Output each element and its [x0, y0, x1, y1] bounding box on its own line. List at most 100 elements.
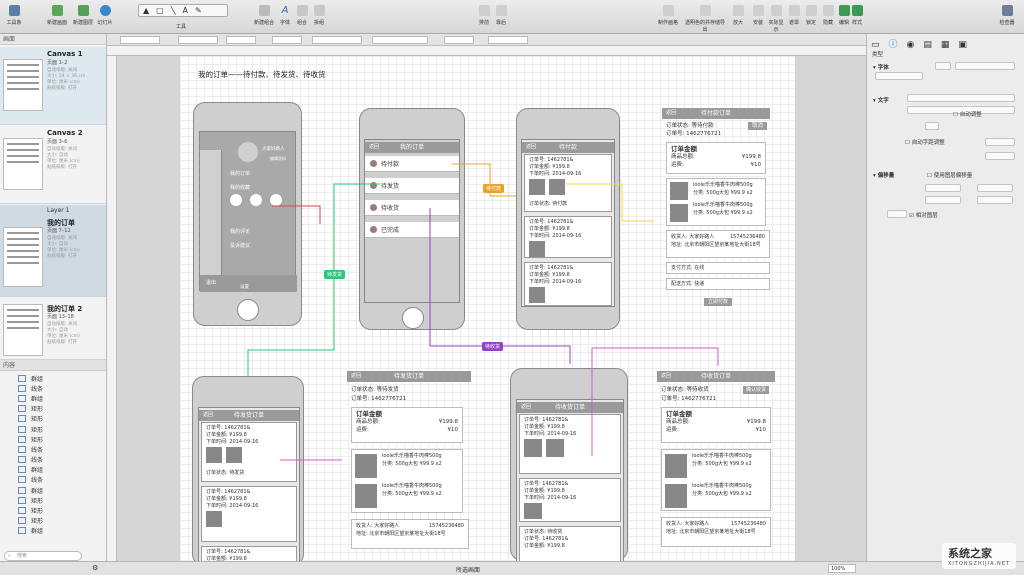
lock-button[interactable]: 锁定 [803, 5, 819, 26]
shipping-method[interactable]: 配送方式: 快递 [666, 278, 770, 290]
install-button[interactable]: 安装 [750, 5, 766, 26]
new-canvas-button[interactable]: 新建画面 [44, 5, 70, 26]
layer-row[interactable]: 群组 [0, 373, 106, 383]
order-card[interactable]: 订单号: 1462781& 订单金额: ¥199.8 下单时间: 2014-09-… [524, 216, 612, 258]
auto-adjust-checkbox[interactable]: ☐ 自动调整 [953, 110, 982, 118]
confirm-receipt-button[interactable]: 确认收货 [743, 386, 770, 394]
send-back-button[interactable]: 靠后 [493, 5, 509, 26]
canvas-item-3[interactable]: Layer 1 我的订单 页面 7–12 自动排版: 关闭 大小: 自动 单位: 厘… [0, 205, 106, 297]
zoom-in-button[interactable]: 放大 [730, 5, 746, 26]
phone-profile[interactable]: 大家好路人 编辑资料 我的订单 我的收藏 我的评论 投诉建议 退出 设置 [193, 102, 302, 326]
mask-button[interactable]: 遮罩 [786, 5, 802, 26]
layer-row[interactable]: 线条 [0, 475, 106, 485]
tab-info-icon[interactable]: ⓘ [889, 40, 907, 50]
relative-layer-checkbox[interactable]: ☑ 相对图层 [909, 211, 938, 219]
row-completed[interactable]: 已完成 [365, 222, 459, 238]
order-card[interactable]: 订单号: 1462781& 订单金额: ¥199.8 下单时间: 2014-09-… [519, 478, 621, 522]
font-family-select[interactable] [875, 72, 923, 80]
rotation-field[interactable] [887, 210, 907, 218]
menu-my-orders[interactable]: 我的订单 [230, 170, 250, 177]
order-card[interactable]: 订单号: 1462781& 订单金额: ¥199.8 下单时间: 2014-09-… [524, 154, 612, 212]
canvas-item-1[interactable]: Canvas 1 页面 1–2 自动排版: 关闭 大小: 24 × 36 cm 单位… [0, 47, 106, 125]
layer-row[interactable]: 矩形 [0, 434, 106, 444]
layer-row[interactable]: 群组 [0, 465, 106, 475]
offset-h-field[interactable] [977, 196, 1013, 204]
layer-row[interactable]: 线条 [0, 455, 106, 465]
cancel-order-button[interactable]: 取消 [748, 122, 768, 130]
payment-method[interactable]: 支付方式: 在线 [666, 262, 770, 274]
order-card[interactable]: 订单号: 1462781& 订单金额: ¥199.8 下单时间: 2014-09-… [201, 486, 297, 542]
row-pending-ship[interactable]: 待发货 [365, 178, 459, 194]
font-button[interactable]: A 字体 [277, 5, 293, 26]
slideshow-button[interactable]: 幻灯片 [95, 5, 115, 26]
order-icon-1[interactable] [230, 194, 242, 206]
font-style-select[interactable] [955, 62, 1015, 70]
tab-layers-icon[interactable]: ▣ [958, 40, 976, 50]
canvas-page[interactable]: 我的订单——待付款、待发货、待收货 大家好路人 编辑资料 我的订单 我的收藏 我… [180, 56, 795, 568]
position-y-field[interactable] [178, 36, 218, 44]
edit-button[interactable]: 编辑 [838, 5, 850, 26]
row-pending-recv[interactable]: 待收货 [365, 200, 459, 216]
layer-row[interactable]: 矩形 [0, 516, 106, 526]
position-x-field[interactable] [120, 36, 160, 44]
style-button[interactable]: 样式 [851, 5, 863, 26]
phone-pending-pay[interactable]: 返回 待付款 订单号: 1462781& 订单金额: ¥199.8 下单时间: 20… [516, 108, 620, 330]
shape-tool-icon[interactable]: ▢ [156, 6, 171, 15]
combine-button[interactable]: 组合 [294, 5, 310, 26]
menu-feedback[interactable]: 投诉建议 [230, 242, 250, 249]
export-button[interactable]: 透明色的并存储导出 [683, 5, 727, 33]
kerning-field[interactable] [985, 138, 1015, 146]
phone-pending-recv[interactable]: 返回 待收货订单 订单号: 1462781& 订单金额: ¥199.8 下单时间: … [510, 368, 628, 562]
search-field[interactable]: ⌕ 搜索 [4, 551, 82, 561]
new-layer-button[interactable]: 新建图层 [70, 5, 96, 26]
layer-row[interactable]: 矩形 [0, 414, 106, 424]
line-width-field[interactable] [312, 36, 362, 44]
order-icon-2[interactable] [250, 194, 262, 206]
font-size-field[interactable] [935, 62, 951, 70]
phone-my-orders[interactable]: 返回 我的订单 待付款 待发货 待收货 已完成 [359, 108, 465, 330]
bring-front-button[interactable]: 排前 [476, 5, 492, 26]
order-card[interactable]: 订单状态: 待收货 订单号: 1462781& 订单金额: ¥199.8 [519, 526, 621, 562]
stroke-field[interactable] [372, 36, 428, 44]
canvas-item-2[interactable]: Canvas 2 页面 3–6 自动排版: 关闭 大小: 自动 单位: 厘米 (cm… [0, 126, 106, 204]
layer-row[interactable]: 矩形 [0, 424, 106, 434]
layer-row[interactable]: 线条 [0, 444, 106, 454]
tab-doc-icon[interactable]: ▦ [941, 40, 959, 50]
logout-button[interactable]: 退出 [206, 279, 216, 286]
layer-row[interactable]: 矩形 [0, 505, 106, 515]
offset-x-field[interactable] [925, 184, 961, 192]
offset-w-field[interactable] [925, 196, 961, 204]
tab-style-icon[interactable]: ◉ [907, 40, 924, 50]
hide-button[interactable]: 隐藏 [820, 5, 836, 26]
pen-tool-icon[interactable]: ✎ [195, 6, 209, 15]
offset-y-field[interactable] [977, 184, 1013, 192]
indent-field[interactable] [925, 122, 939, 130]
layer-row[interactable]: 群组 [0, 485, 106, 495]
layer-row[interactable]: 群组 [0, 393, 106, 403]
menu-comments[interactable]: 我的评论 [230, 228, 250, 235]
auto-kerning-checkbox[interactable]: ☐ 自动字距调整 [905, 138, 945, 146]
width-field[interactable] [226, 36, 256, 44]
new-group-button[interactable]: 新建组合 [252, 5, 276, 26]
toolbar-sidebar-button[interactable]: 工具条 [4, 5, 24, 26]
tab-canvas-icon[interactable]: ▤ [923, 40, 941, 50]
actual-size-button[interactable]: 实际显示 [768, 5, 784, 33]
line-tool-icon[interactable]: ╲ [171, 6, 183, 15]
order-card[interactable]: 订单号: 1462781& 订单金额: ¥199.8 下单时间: 2014-09-… [519, 414, 621, 474]
tab-properties-icon[interactable]: ▭ [871, 40, 889, 50]
layer-row[interactable]: 矩形 [0, 404, 106, 414]
inspector-button[interactable]: 检查器 [995, 5, 1019, 26]
zoom-select[interactable]: 100% [828, 564, 856, 573]
alignment-control[interactable] [907, 94, 1015, 102]
ungroup-button[interactable]: 拆组 [311, 5, 327, 26]
order-card[interactable]: 订单号: 1462781& 订单金额: ¥199.8 下单时间: 2014-09-… [201, 422, 297, 482]
phone-pending-ship[interactable]: 返回 待发货订单 订单号: 1462781& 订单金额: ¥199.8 下单时间: … [192, 376, 304, 568]
baseline-field[interactable] [985, 152, 1015, 160]
use-layer-offset-checkbox[interactable]: ☐ 使用图层偏移量 [927, 171, 972, 179]
make-grid-button[interactable]: 制作画格 [655, 5, 681, 26]
layer-row[interactable]: 矩形 [0, 495, 106, 505]
shadow-field[interactable] [488, 36, 528, 44]
settings-gear-icon[interactable]: ⚙ [92, 564, 98, 572]
order-card[interactable]: 订单号: 1462781& 订单金额: ¥199.8 下单时间: 2014-09-… [524, 262, 612, 306]
text-tool-icon[interactable]: A [183, 6, 195, 15]
